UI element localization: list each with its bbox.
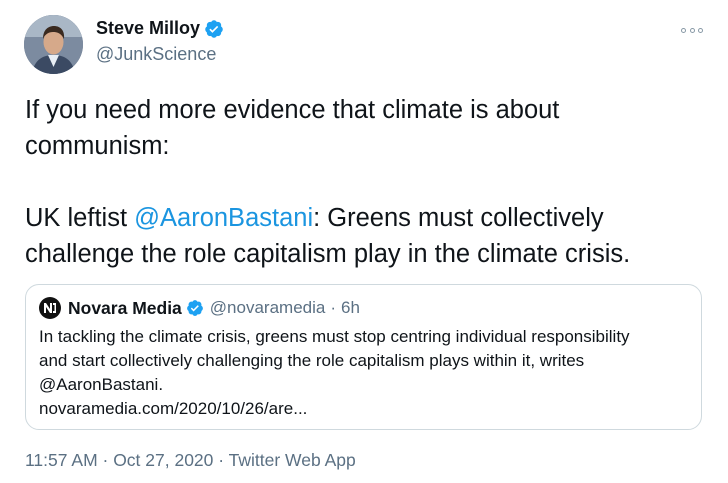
verified-badge-icon xyxy=(205,19,223,38)
avatar[interactable] xyxy=(24,15,83,74)
quoted-author-handle[interactable]: @novaramedia xyxy=(210,298,326,318)
tweet-text-line2: UK leftist @AaronBastani: Greens must co… xyxy=(25,200,705,272)
more-options-icon[interactable] xyxy=(681,24,703,36)
novara-logo-icon xyxy=(39,297,61,319)
quoted-text-line2: and start collectively challenging the r… xyxy=(39,351,585,370)
quoted-tweet-time[interactable]: 6h xyxy=(341,298,360,318)
author-display-name[interactable]: Steve Milloy xyxy=(96,18,200,39)
author-handle[interactable]: @JunkScience xyxy=(96,44,216,65)
quoted-tweet-text: In tackling the climate crisis, greens m… xyxy=(39,325,694,421)
quoted-text-line1: In tackling the climate crisis, greens m… xyxy=(39,327,630,346)
quoted-tweet-header: Novara Media @novaramedia · 6h xyxy=(39,297,360,319)
separator-dot: · xyxy=(330,298,337,317)
quoted-tweet[interactable]: Novara Media @novaramedia · 6h In tackli… xyxy=(25,284,702,430)
mention-link[interactable]: @AaronBastani xyxy=(134,204,313,232)
tweet-text: If you need more evidence that climate i… xyxy=(25,92,705,272)
verified-badge-icon xyxy=(186,300,203,316)
tweet-card: Steve Milloy @JunkScience If you need mo… xyxy=(0,0,728,483)
tweet-timestamp[interactable]: 11:57 AM · Oct 27, 2020 · Twitter Web Ap… xyxy=(25,450,356,471)
quoted-author-name[interactable]: Novara Media xyxy=(68,298,182,319)
tweet-text-line1: If you need more evidence that climate i… xyxy=(25,96,560,160)
quoted-text-line3: @AaronBastani. xyxy=(39,375,164,394)
quoted-text-link[interactable]: novaramedia.com/2020/10/26/are... xyxy=(39,397,694,421)
tweet-text-prefix: UK leftist xyxy=(25,204,135,232)
author-name-row: Steve Milloy xyxy=(96,18,224,39)
